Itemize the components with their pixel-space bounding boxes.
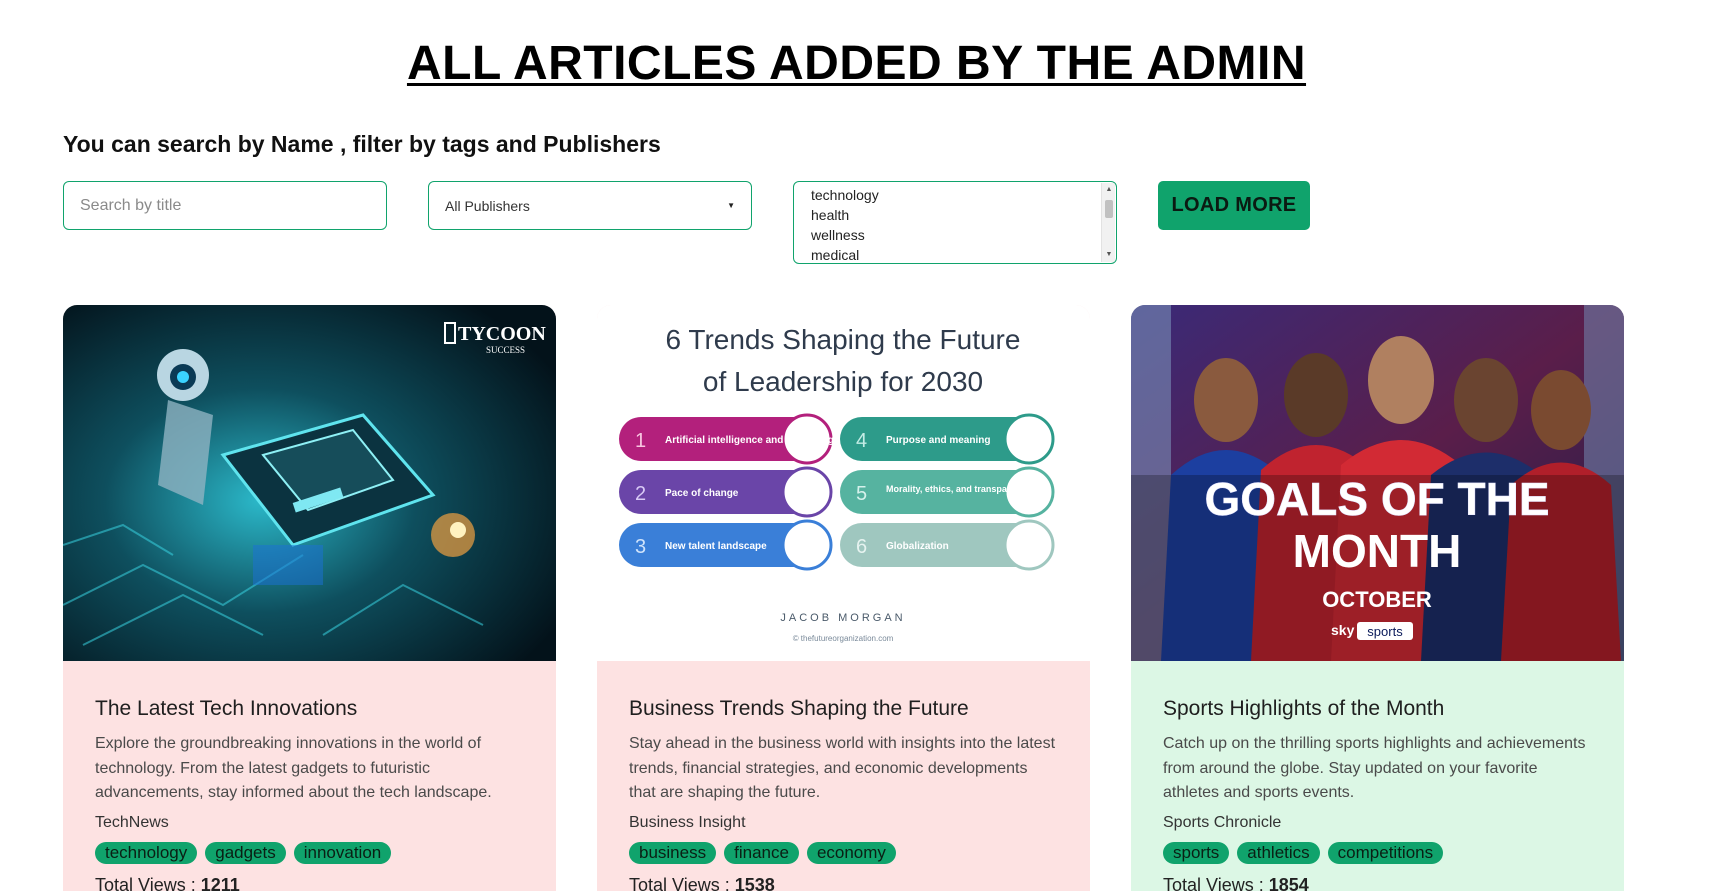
article-views: Total Views : 1538 — [629, 875, 1058, 891]
article-title[interactable]: Sports Highlights of the Month — [1163, 697, 1592, 721]
scrollbar-thumb[interactable] — [1105, 200, 1113, 218]
trend-label: Artificial intelligence and technology — [665, 435, 840, 446]
sports-banner-line3: OCTOBER — [1322, 587, 1432, 612]
publisher-select-value: All Publishers — [445, 197, 530, 214]
tag-badge[interactable]: finance — [724, 842, 799, 864]
article-title[interactable]: Business Trends Shaping the Future — [629, 697, 1058, 721]
tag-option[interactable]: wellness — [811, 225, 1116, 245]
article-tags: technology gadgets innovation — [95, 842, 524, 864]
trend-label: Pace of change — [665, 488, 739, 499]
article-image-tech: TYCOON SUCCESS — [63, 305, 556, 661]
load-more-button[interactable]: LOAD MORE — [1158, 181, 1310, 230]
trend-number: 1 — [635, 430, 646, 452]
article-description: Explore the groundbreaking innovations i… — [95, 735, 492, 801]
trend-number: 3 — [635, 536, 646, 558]
sports-brand-text: sports — [1367, 624, 1403, 639]
trend-label: Morality, ethics, and transparency — [886, 484, 1031, 494]
tycoon-logo-text: TYCOON — [458, 323, 546, 345]
page-subtitle: You can search by Name , filter by tags … — [63, 131, 661, 157]
tags-multiselect[interactable]: technology health wellness medical ▲ ▼ — [793, 181, 1117, 264]
tag-option[interactable]: health — [811, 205, 1116, 225]
article-card[interactable]: 6 Trends Shaping the Future of Leadershi… — [597, 305, 1090, 891]
tag-badge[interactable]: technology — [95, 842, 198, 864]
views-count: 1854 — [1268, 875, 1309, 891]
tag-badge[interactable]: competitions — [1327, 842, 1444, 864]
infographic-heading-1: 6 Trends Shaping the Future — [666, 324, 1021, 355]
article-image-business: 6 Trends Shaping the Future of Leadershi… — [597, 305, 1090, 661]
caret-down-icon: ▼ — [727, 201, 735, 210]
article-card[interactable]: GOALS OF THE MONTH OCTOBER sky sports Sp… — [1131, 305, 1624, 891]
tag-badge[interactable]: economy — [806, 842, 896, 864]
sports-banner-line2: MONTH — [1293, 525, 1462, 577]
tag-badge[interactable]: innovation — [293, 842, 392, 864]
article-tags: business finance economy — [629, 842, 1058, 864]
sports-banner-line1: GOALS OF THE — [1205, 473, 1550, 525]
trend-number: 5 — [856, 483, 867, 505]
views-label: Total Views : — [1163, 875, 1264, 891]
tag-badge[interactable]: sports — [1163, 842, 1230, 864]
article-publisher: Sports Chronicle — [1163, 814, 1282, 831]
article-views: Total Views : 1211 — [95, 875, 524, 891]
article-card[interactable]: TYCOON SUCCESS The Latest Tech Innovatio… — [63, 305, 556, 891]
infographic-credit: © thefutureorganization.com — [793, 634, 894, 643]
trend-number: 2 — [635, 483, 646, 505]
tag-badge[interactable]: business — [629, 842, 717, 864]
article-description: Catch up on the thrilling sports highlig… — [1163, 735, 1586, 801]
article-tags: sports athletics competitions — [1163, 842, 1592, 864]
tycoon-logo-subtext: SUCCESS — [486, 345, 525, 355]
views-count: 1211 — [200, 875, 240, 891]
article-publisher: TechNews — [95, 814, 169, 831]
infographic-brand: JACOB MORGAN — [780, 612, 905, 624]
page-title: ALL ARTICLES ADDED BY THE ADMIN — [406, 37, 1307, 90]
views-label: Total Views : — [629, 875, 730, 891]
trend-label: Purpose and meaning — [886, 435, 990, 446]
trend-number: 4 — [856, 430, 867, 452]
trend-label: Globalization — [886, 541, 949, 552]
tag-option[interactable]: technology — [811, 185, 1116, 205]
tag-badge[interactable]: athletics — [1237, 842, 1320, 864]
trend-label: New talent landscape — [665, 541, 767, 552]
tag-option[interactable]: medical — [811, 245, 1116, 263]
scroll-down-arrow-icon[interactable]: ▼ — [1102, 249, 1116, 261]
articles-page: ALL ARTICLES ADDED BY THE ADMIN You can … — [0, 0, 1713, 891]
trend-number: 6 — [856, 536, 867, 558]
tags-scrollbar[interactable]: ▲ ▼ — [1101, 183, 1115, 262]
tag-badge[interactable]: gadgets — [205, 842, 286, 864]
views-label: Total Views : — [95, 875, 196, 891]
views-count: 1538 — [734, 875, 775, 891]
article-description: Stay ahead in the business world with in… — [629, 735, 1056, 801]
scroll-up-arrow-icon[interactable]: ▲ — [1102, 184, 1116, 196]
article-image-sports: GOALS OF THE MONTH OCTOBER sky sports — [1131, 305, 1624, 661]
sky-brand-text: sky — [1331, 622, 1355, 638]
publisher-select[interactable]: All Publishers ▼ — [428, 181, 752, 230]
article-publisher: Business Insight — [629, 814, 746, 831]
article-title[interactable]: The Latest Tech Innovations — [95, 697, 524, 721]
search-input[interactable] — [63, 181, 387, 230]
infographic-heading-2: of Leadership for 2030 — [703, 366, 983, 397]
article-views: Total Views : 1854 — [1163, 875, 1592, 891]
